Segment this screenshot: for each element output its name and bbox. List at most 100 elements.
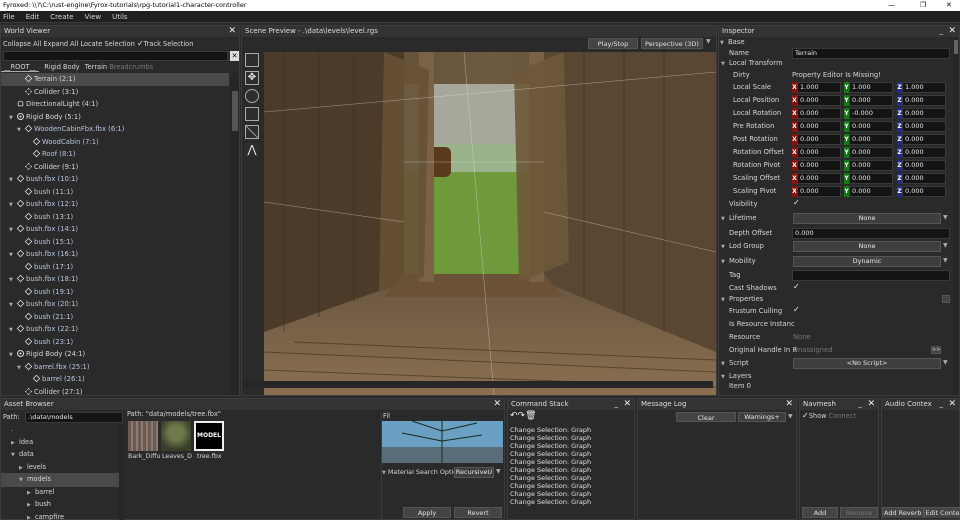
model-thumb[interactable]: MODEL [194,421,224,451]
tree-item[interactable]: WoodCabin (7:1) [1,136,229,149]
leaves-texture-thumb[interactable] [161,421,191,451]
tree-item[interactable]: ▼ Rigid Body (5:1) [1,111,229,124]
undo-icon[interactable]: ↶ [510,411,518,421]
vector-x-input[interactable]: 0.000 [797,108,841,119]
section-lod-group[interactable]: ▼ Lod Group [721,240,764,253]
world-scroll-thumb[interactable] [232,91,238,131]
maximize-button[interactable]: ❐ [920,0,926,11]
bark-texture-thumb[interactable] [128,421,158,451]
tree-item[interactable]: ▼ bush.fbx (10:1) [1,173,229,186]
menu-file[interactable]: File [3,11,15,22]
tree-item[interactable]: Terrain (2:1) [1,73,229,86]
tree-item[interactable]: bush (13:1) [1,211,229,224]
navmesh-tool-icon[interactable] [245,125,259,139]
frustum-culling-checkbox[interactable]: ✓ [793,305,800,314]
vector-x-input[interactable]: 1.000 [797,82,841,93]
menu-utils[interactable]: Utils [112,11,127,22]
locate-handle-button[interactable]: >> [931,346,941,354]
add-reverb-button[interactable]: Add Reverb [882,507,924,518]
locate-selection-button[interactable]: Locate Selection [80,40,134,48]
folder-item[interactable]: ▶ levels [1,461,119,475]
minimize-icon[interactable]: _ [859,399,863,410]
terrain-tool-icon[interactable]: ⋀ [245,143,259,157]
vector-x-input[interactable]: 0.000 [797,147,841,158]
command-entry[interactable]: Change Selection: Graph [510,474,591,482]
breadcrumb-root[interactable]: __ROOT__ [1,63,40,72]
clear-log-button[interactable]: Clear [676,412,736,422]
tree-item[interactable]: Collider (9:1) [1,161,229,174]
vector-z-input[interactable]: 1.000 [902,82,946,93]
tree-item[interactable]: ▼ WoodenCabinFbx.fbx (6:1) [1,123,229,136]
vector-z-input[interactable]: 0.000 [902,134,946,145]
folder-item[interactable]: ▶ bush [1,498,119,512]
close-icon[interactable]: ✕ [785,399,793,410]
tree-item[interactable]: ▼ bush.fbx (12:1) [1,198,229,211]
menu-view[interactable]: View [85,11,102,22]
tree-item[interactable]: ▼ bush.fbx (18:1) [1,273,229,286]
vector-y-input[interactable]: 0.000 [849,160,893,171]
script-dropdown[interactable]: <No Script> [793,358,941,369]
vector-z-input[interactable]: 0.000 [902,173,946,184]
show-checkbox[interactable]: ✓ [802,411,809,420]
vector-z-input[interactable]: 0.000 [902,95,946,106]
folder-item[interactable]: ▶ idea [1,436,119,450]
vector-y-input[interactable]: 0.000 [849,121,893,132]
vector-y-input[interactable]: 0.000 [849,186,893,197]
command-entry[interactable]: Change Selection: Graph [510,498,591,506]
tree-item[interactable]: Roof (8:1) [1,148,229,161]
minimize-icon[interactable]: _ [940,399,944,410]
vector-y-input[interactable]: 0.000 [849,173,893,184]
vector-x-input[interactable]: 0.000 [797,95,841,106]
check-icon[interactable]: ✓ [137,39,144,48]
inspector-scroll-thumb[interactable] [954,40,958,54]
scene-scrollbar[interactable] [243,381,713,388]
tree-item[interactable]: Collider (27:1) [1,386,229,395]
command-entry[interactable]: Change Selection: Graph [510,482,591,490]
scale-tool-icon[interactable] [245,107,259,121]
play-stop-button[interactable]: Play/Stop [588,38,638,49]
vector-y-input[interactable]: 0.000 [849,134,893,145]
depth-offset-input[interactable]: 0.000 [792,228,950,239]
navmesh-add-button[interactable]: Add [802,507,838,518]
breadcrumb-terrain[interactable]: Terrain [85,63,107,71]
command-entry[interactable]: Change Selection: Graph [510,490,591,498]
asset-preview-viewport[interactable] [382,421,503,463]
camera-mode-dropdown[interactable]: Perspective (3D) [641,38,703,49]
tree-item[interactable]: bush (19:1) [1,286,229,299]
tree-item[interactable]: bush (11:1) [1,186,229,199]
section-mobility[interactable]: ▼ Mobility [721,255,756,268]
tree-item[interactable]: ▼ barrel.fbx (25:1) [1,361,229,374]
vector-y-input[interactable]: -0.000 [849,108,893,119]
collapse-all-button[interactable]: Collapse All [3,40,41,48]
menu-create[interactable]: Create [50,11,73,22]
edit-context-button[interactable]: Edit Context [923,507,960,518]
world-search-input[interactable] [3,51,228,61]
path-input[interactable]: .\data\models [25,412,123,423]
apply-button[interactable]: Apply [403,507,451,518]
expand-all-button[interactable]: Expand All [43,40,78,48]
tree-item[interactable]: ▼ bush.fbx (20:1) [1,298,229,311]
scene-viewport[interactable] [264,52,716,395]
folder-item[interactable]: ▼ data [1,448,119,462]
folder-item[interactable]: ▶ barrel [1,486,119,500]
log-filter-dropdown[interactable]: Warnings+ [738,412,786,422]
vector-z-input[interactable]: 0.000 [902,160,946,171]
clear-search-icon[interactable]: ✕ [230,51,239,61]
vector-x-input[interactable]: 0.000 [797,173,841,184]
vector-y-input[interactable]: 0.000 [849,95,893,106]
folder-item[interactable]: ▼ models [1,473,119,487]
close-icon[interactable]: ✕ [948,26,956,37]
tree-item[interactable]: ▼ bush.fbx (16:1) [1,248,229,261]
name-input[interactable]: Terrain [792,48,950,59]
add-property-button[interactable] [942,295,950,303]
command-entry[interactable]: Change Selection: Graph [510,450,591,458]
tree-item[interactable]: bush (15:1) [1,236,229,249]
folder-item[interactable]: . [1,423,119,436]
tree-item[interactable]: bush (21:1) [1,311,229,324]
clear-stack-icon[interactable]: 🗑 [525,411,536,421]
vector-x-input[interactable]: 0.000 [797,160,841,171]
navmesh-remove-button[interactable]: Remove [840,507,878,518]
tree-item[interactable]: ▼ bush.fbx (14:1) [1,223,229,236]
lod-group-dropdown[interactable]: None [793,241,941,252]
vector-y-input[interactable]: 0.000 [849,147,893,158]
